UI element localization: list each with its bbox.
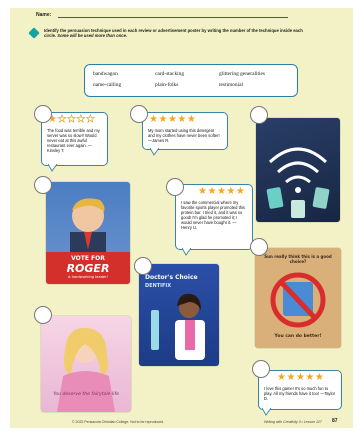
star-icon: ★ xyxy=(158,114,168,125)
star-icon: ★ xyxy=(314,372,324,383)
answer-circle-4[interactable] xyxy=(34,176,52,194)
answer-circle-6[interactable] xyxy=(250,238,268,256)
princess-caption: You deserve the fairytale life xyxy=(53,392,119,397)
star-icon: ★ xyxy=(198,186,207,197)
name-line[interactable] xyxy=(58,17,288,18)
answer-circle-3[interactable] xyxy=(250,106,268,124)
term-2: card-stacking xyxy=(155,71,185,77)
prohibited-icon xyxy=(270,272,326,328)
speech-tail xyxy=(150,148,160,156)
word-bank: bandwagon card-stacking glittering gener… xyxy=(84,64,298,97)
roger-banner: VOTE FOR ROGER A hardworking leader! xyxy=(46,252,130,284)
doctor-illustration xyxy=(151,293,205,360)
answer-circle-9[interactable] xyxy=(252,360,270,378)
page-number: 87 xyxy=(332,418,338,424)
star-outline-icon: ★ xyxy=(85,114,96,125)
answer-circle-2[interactable] xyxy=(130,105,148,123)
princess-poster: You deserve the fairytale life xyxy=(41,316,131,412)
wifi-poster xyxy=(256,118,340,222)
term-3: glittering generalities xyxy=(219,71,265,77)
review-card-3: ★ ★ ★ ★ ★ I saw the commercial where my … xyxy=(175,184,253,250)
term-5: plain-folks xyxy=(155,82,179,88)
roger-title: VOTE FOR xyxy=(71,255,105,262)
star-rating-1: ★ ★ ★ ★ ★ xyxy=(48,114,96,125)
star-outline-icon: ★ xyxy=(57,114,67,125)
term-1: bandwagon xyxy=(93,71,118,77)
review-text-3: I saw the commercial where my favorite s… xyxy=(181,200,245,230)
answer-circle-1[interactable] xyxy=(34,105,52,123)
name-label: Name: xyxy=(36,12,52,18)
review-card-1: ★ ★ ★ ★ ★ The food was terrible and my s… xyxy=(41,112,108,166)
instructions: Identify the persuasion technique used i… xyxy=(44,28,314,38)
star-rating-4: ★ ★ ★ ★ ★ xyxy=(277,373,324,383)
star-icon: ★ xyxy=(177,114,187,125)
dentifix-poster: Doctor's Choice DENTIFIX xyxy=(139,264,219,366)
review-text-1: The food was terrible and my server was … xyxy=(47,128,100,153)
sign-bottom-text: You can do better! xyxy=(274,334,322,339)
warning-poster: Sun really think this is a good choice? … xyxy=(255,248,341,348)
term-6: testimonial xyxy=(219,82,243,88)
star-icon: ★ xyxy=(149,114,158,125)
roger-poster: VOTE FOR ROGER A hardworking leader! xyxy=(46,182,130,284)
review-card-2: ★ ★ ★ ★ ★ My mom started using this dete… xyxy=(142,112,228,150)
star-rating-3: ★ ★ ★ ★ ★ xyxy=(198,187,245,197)
star-icon: ★ xyxy=(295,372,305,383)
copyright-text: © 2022 Pensacola Christian College. Not … xyxy=(72,420,165,424)
star-icon: ★ xyxy=(277,372,286,383)
speech-tail xyxy=(182,248,192,256)
roger-name: ROGER xyxy=(66,262,110,275)
star-outline-icon: ★ xyxy=(66,114,77,125)
speech-tail xyxy=(262,408,272,416)
roger-sub: A hardworking leader! xyxy=(68,275,108,279)
wifi-icon xyxy=(266,147,330,218)
star-icon: ★ xyxy=(167,114,177,125)
star-icon: ★ xyxy=(226,186,236,197)
instructions-emphasis: Some will be used more than once. xyxy=(57,33,128,39)
star-icon: ★ xyxy=(286,372,296,383)
review-text-4: I love this game! It's so much fun to pl… xyxy=(264,386,336,401)
review-card-4: ★ ★ ★ ★ ★ I love this game! It's so much… xyxy=(258,370,342,410)
term-4: name-calling xyxy=(93,82,122,88)
star-outline-icon: ★ xyxy=(76,114,86,125)
answer-circle-7[interactable] xyxy=(134,257,152,275)
review-text-2: My mom started using this detergent and … xyxy=(148,128,220,143)
star-icon: ★ xyxy=(186,114,196,125)
star-icon: ★ xyxy=(216,186,226,197)
princess-illustration xyxy=(57,327,115,412)
star-rating-2: ★ ★ ★ ★ ★ xyxy=(149,115,196,125)
answer-circle-8[interactable] xyxy=(34,306,52,324)
name-row: Name: xyxy=(36,12,336,18)
star-icon: ★ xyxy=(305,372,315,383)
answer-circle-5[interactable] xyxy=(166,178,184,196)
star-icon: ★ xyxy=(235,186,245,197)
star-icon: ★ xyxy=(207,186,217,197)
speech-tail xyxy=(48,164,58,172)
lesson-text: Writing with Creativity II • Lesson 127 xyxy=(264,420,322,424)
